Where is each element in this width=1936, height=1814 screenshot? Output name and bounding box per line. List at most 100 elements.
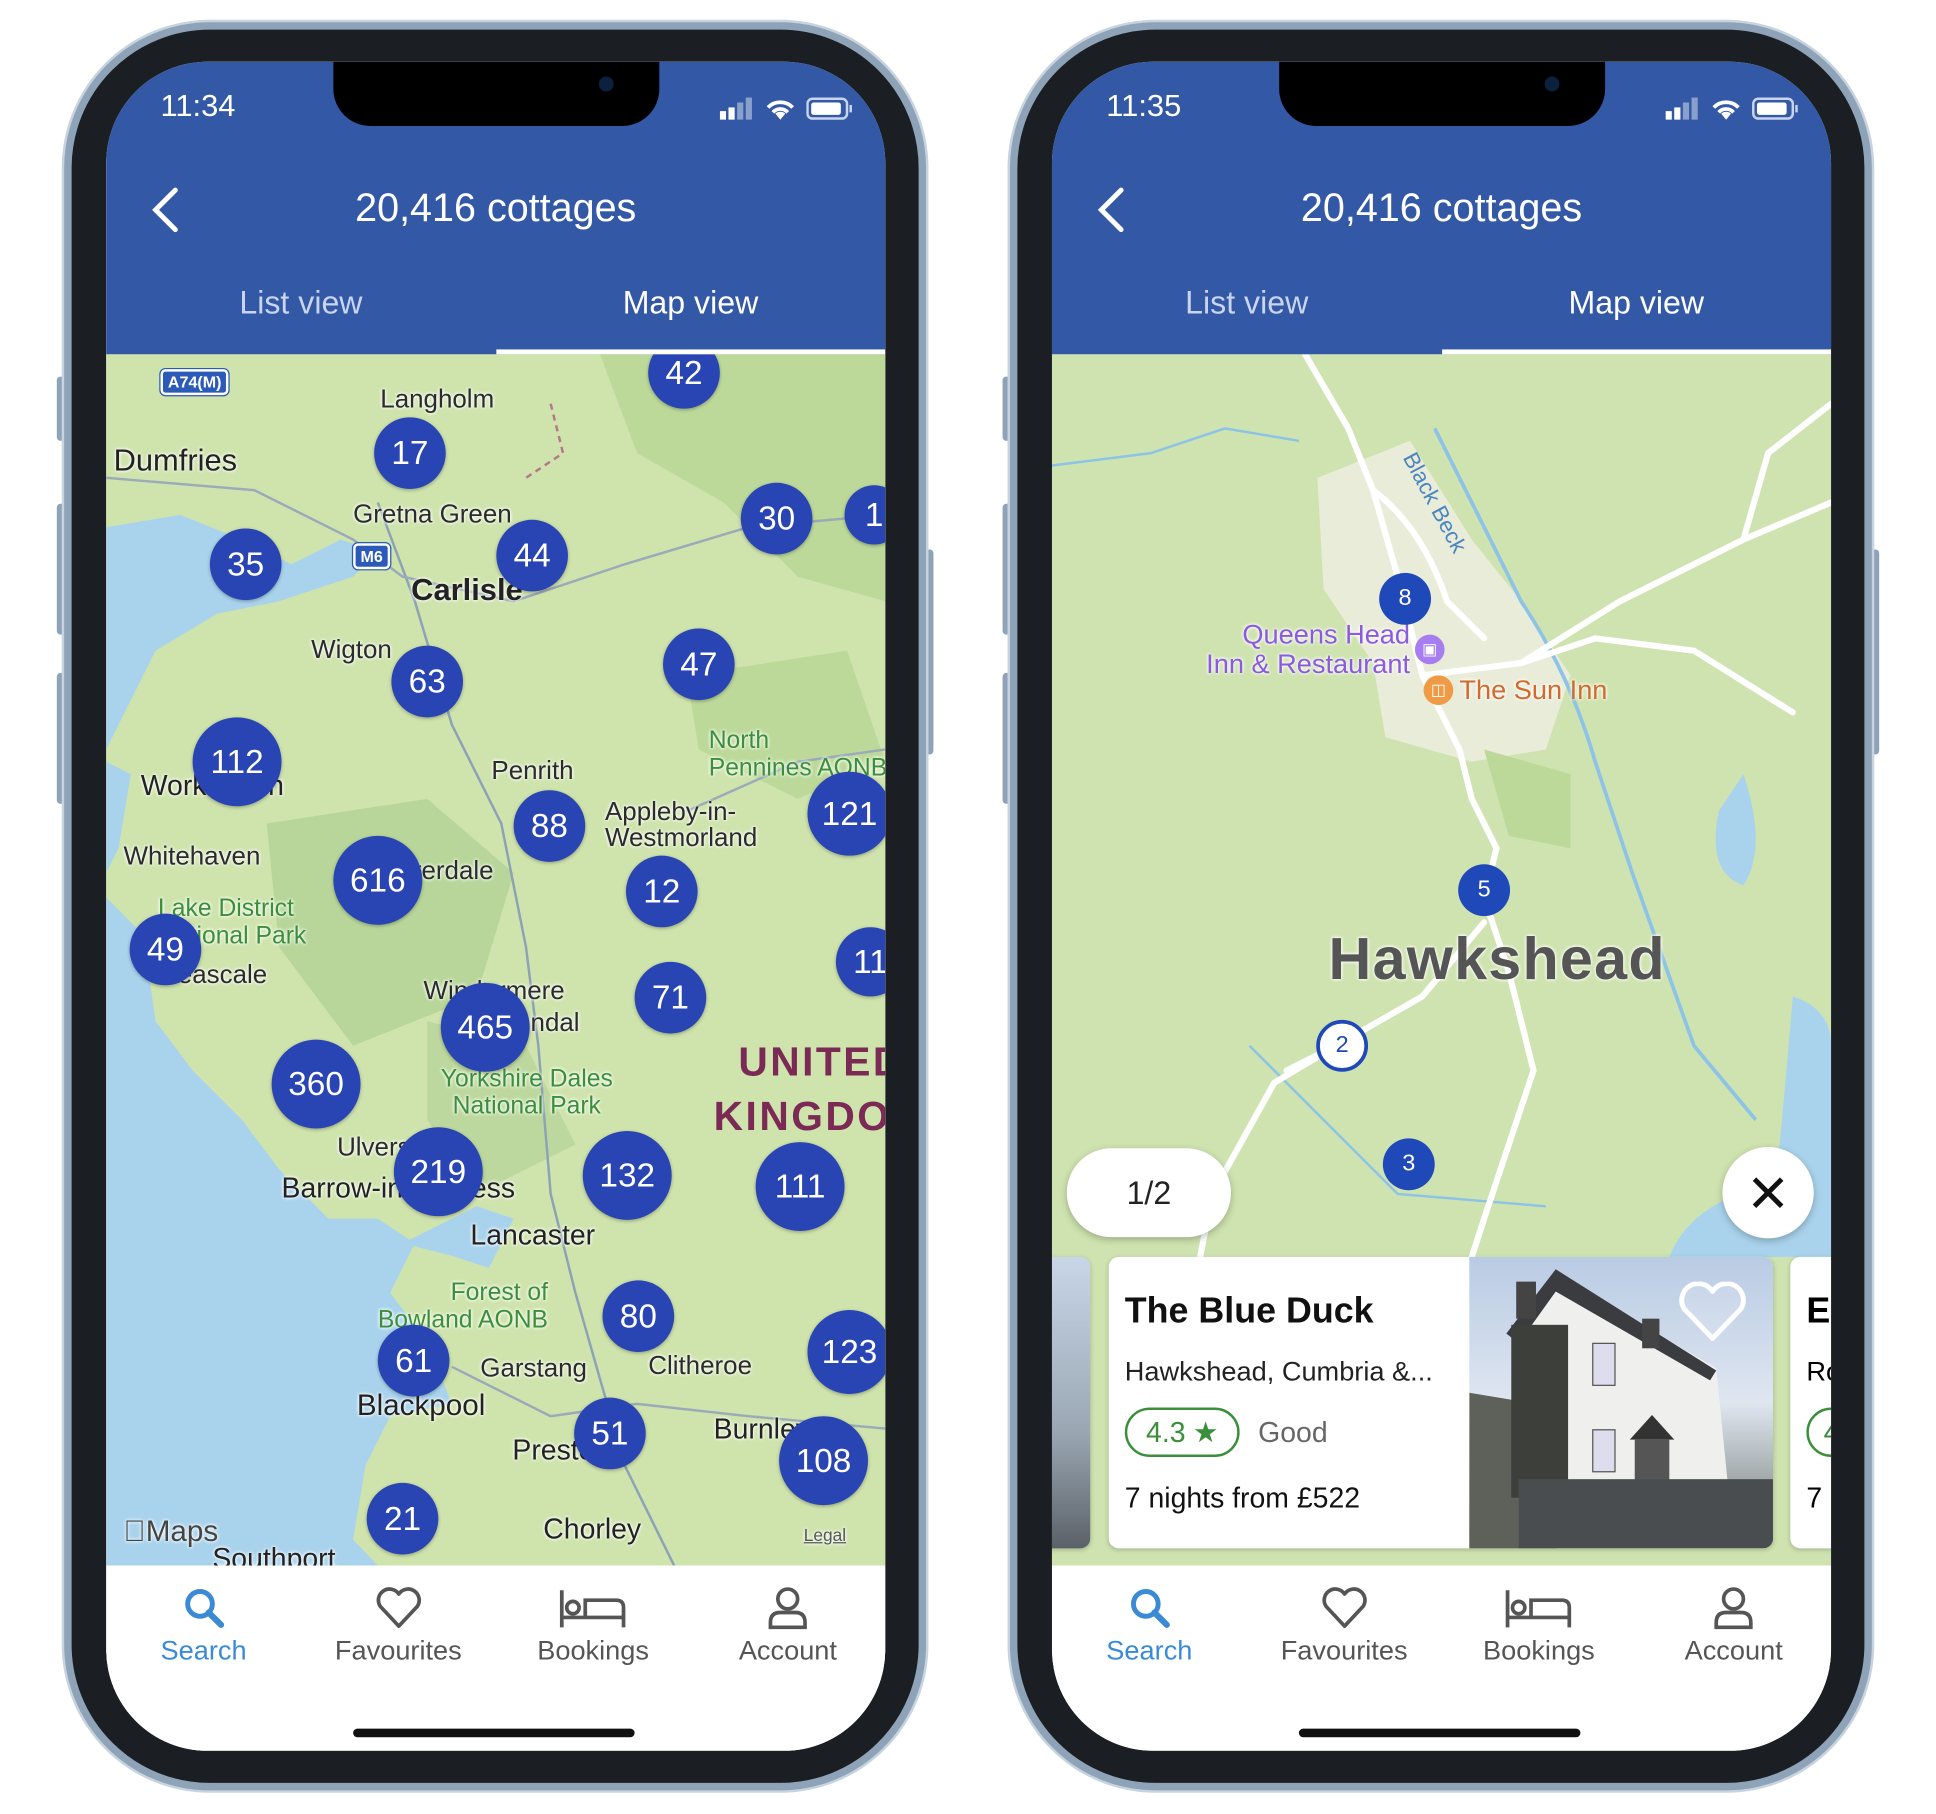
- poi-the-sun-inn[interactable]: The Sun Inn: [1459, 674, 1607, 706]
- nav-label: Account: [1684, 1634, 1783, 1666]
- nav-item-search[interactable]: Search: [1052, 1566, 1247, 1751]
- map-cluster[interactable]: 51: [574, 1397, 646, 1470]
- property-location: Hawkshead, Cumbria &...: [1124, 1355, 1433, 1387]
- tab-map-view[interactable]: Map view: [1442, 284, 1832, 322]
- close-icon: [1752, 1177, 1784, 1209]
- map-label: Penrith: [491, 756, 574, 786]
- map-label: Yorkshire Dales National Park: [440, 1065, 613, 1120]
- map-cluster[interactable]: 80: [602, 1280, 675, 1352]
- nav-item-account[interactable]: Account: [691, 1566, 886, 1751]
- map-cluster[interactable]: 21: [366, 1482, 439, 1555]
- nav-item-bookings[interactable]: Bookings: [496, 1566, 691, 1751]
- hotel-icon: ▣: [1414, 634, 1445, 665]
- wifi-icon: [1712, 100, 1740, 120]
- nav-label: Bookings: [1483, 1634, 1595, 1666]
- phone-screen-map-detail: 11:35 20,416 cottages List view Map view: [1051, 61, 1832, 1751]
- map-label: Garstang: [480, 1354, 587, 1383]
- pagination-indicator: 1/2: [1066, 1148, 1231, 1238]
- tab-map-view[interactable]: Map view: [496, 284, 886, 322]
- poi-queens-head[interactable]: Queens Head Inn & Restaurant: [1151, 619, 1410, 679]
- map-cluster[interactable]: 132: [582, 1130, 672, 1220]
- tab-list-view[interactable]: List view: [1052, 284, 1442, 322]
- signal-icon: [719, 97, 752, 120]
- home-indicator: [1298, 1728, 1581, 1738]
- signal-icon: [1665, 97, 1698, 120]
- map-cluster[interactable]: 12: [625, 855, 698, 928]
- next-property-location: Ro: [1806, 1355, 1831, 1387]
- map-cluster[interactable]: 30: [740, 482, 813, 555]
- map-label: Appleby-in- Westmorland: [605, 797, 758, 852]
- road-shield-a74m: A74(M): [159, 367, 231, 397]
- map-cluster[interactable]: 88: [513, 790, 586, 862]
- next-rating-badge: 4: [1806, 1407, 1832, 1457]
- tab-list-view[interactable]: List view: [106, 284, 496, 322]
- map-marker-selected[interactable]: 2: [1316, 1019, 1369, 1072]
- map-cluster[interactable]: 47: [663, 628, 735, 701]
- search-icon: [1127, 1580, 1171, 1629]
- map-cluster[interactable]: 108: [779, 1416, 868, 1506]
- apple-maps-logo: Maps: [123, 1514, 218, 1549]
- map-view[interactable]: A74(M) M6 Langholm Dumfries Gretna Green…: [106, 354, 886, 1566]
- bed-icon: [559, 1580, 628, 1629]
- heart-icon: [1319, 1580, 1368, 1629]
- bed-icon: [1504, 1580, 1573, 1629]
- previous-card[interactable]: [1051, 1256, 1091, 1549]
- map-cluster[interactable]: 111: [755, 1142, 845, 1231]
- price: 7 nights from £522: [1124, 1481, 1361, 1514]
- home-indicator: [353, 1728, 635, 1738]
- map-view[interactable]: Black Beck Queens Head Inn & Restaurant ▣…: [1051, 354, 1832, 1566]
- map-label: Southport: [212, 1542, 336, 1566]
- map-marker[interactable]: 5: [1458, 864, 1511, 917]
- nav-label: Bookings: [537, 1634, 649, 1666]
- notch: [1279, 61, 1606, 126]
- star-icon: ★: [1192, 1415, 1219, 1448]
- property-card[interactable]: The Blue Duck Hawkshead, Cumbria &... 4.…: [1108, 1256, 1774, 1549]
- map-cluster[interactable]: 71: [634, 961, 707, 1034]
- map-cluster[interactable]: 61: [377, 1324, 450, 1397]
- bottom-nav: Search Favourites Bookings Account: [106, 1565, 886, 1751]
- map-cluster[interactable]: 616: [333, 835, 423, 925]
- status-time: 11:35: [1106, 88, 1182, 124]
- nav-label: Favourites: [334, 1634, 462, 1666]
- map-label: Langholm: [380, 385, 495, 414]
- next-property-name: E: [1806, 1291, 1831, 1332]
- page-title: 20,416 cottages: [355, 185, 637, 230]
- map-cluster[interactable]: 360: [271, 1039, 361, 1129]
- map-cluster[interactable]: 465: [440, 982, 530, 1072]
- rating-label: Good: [1258, 1416, 1328, 1449]
- nav-label: Search: [1106, 1634, 1193, 1666]
- nav-label: Account: [738, 1634, 837, 1666]
- battery-icon: [806, 97, 852, 120]
- map-label-country: UNITED: [738, 1038, 885, 1085]
- map-cluster[interactable]: 49: [129, 913, 202, 986]
- nav-label: Search: [160, 1634, 247, 1666]
- nav-item-search[interactable]: Search: [106, 1566, 301, 1751]
- page-title: 20,416 cottages: [1300, 185, 1583, 230]
- camera: [598, 76, 614, 92]
- property-name: The Blue Duck: [1124, 1291, 1374, 1332]
- nav-item-bookings[interactable]: Bookings: [1442, 1566, 1637, 1751]
- map-label: Lancaster: [470, 1218, 596, 1251]
- phone-screen-map-overview: 11:34 20,416 cottages List view Map view: [106, 61, 886, 1751]
- legal-link[interactable]: Legal: [804, 1525, 846, 1545]
- map-cluster[interactable]: 121: [807, 771, 886, 856]
- map-marker[interactable]: 3: [1382, 1138, 1435, 1191]
- nav-item-favourites[interactable]: Favourites: [1247, 1566, 1442, 1751]
- property-photo: [1469, 1256, 1774, 1549]
- map-cluster[interactable]: 44: [496, 519, 568, 592]
- map-cluster[interactable]: 219: [393, 1127, 483, 1217]
- map-cluster[interactable]: 112: [192, 717, 282, 807]
- nav-item-favourites[interactable]: Favourites: [301, 1566, 496, 1751]
- favourite-heart-button[interactable]: [1677, 1281, 1749, 1344]
- close-button[interactable]: [1722, 1147, 1814, 1239]
- map-marker[interactable]: 8: [1379, 572, 1432, 625]
- map-cluster[interactable]: 123: [807, 1310, 886, 1394]
- map-label: Whitehaven: [123, 842, 261, 871]
- map-label: Dumfries: [113, 443, 238, 478]
- nav-item-account[interactable]: Account: [1636, 1566, 1831, 1751]
- map-cluster[interactable]: 17: [374, 417, 446, 489]
- map-cluster[interactable]: 63: [391, 645, 464, 718]
- map-cluster[interactable]: 35: [209, 528, 282, 601]
- next-card[interactable]: E Ro 4 7: [1790, 1256, 1832, 1549]
- status-icons: [1665, 96, 1799, 121]
